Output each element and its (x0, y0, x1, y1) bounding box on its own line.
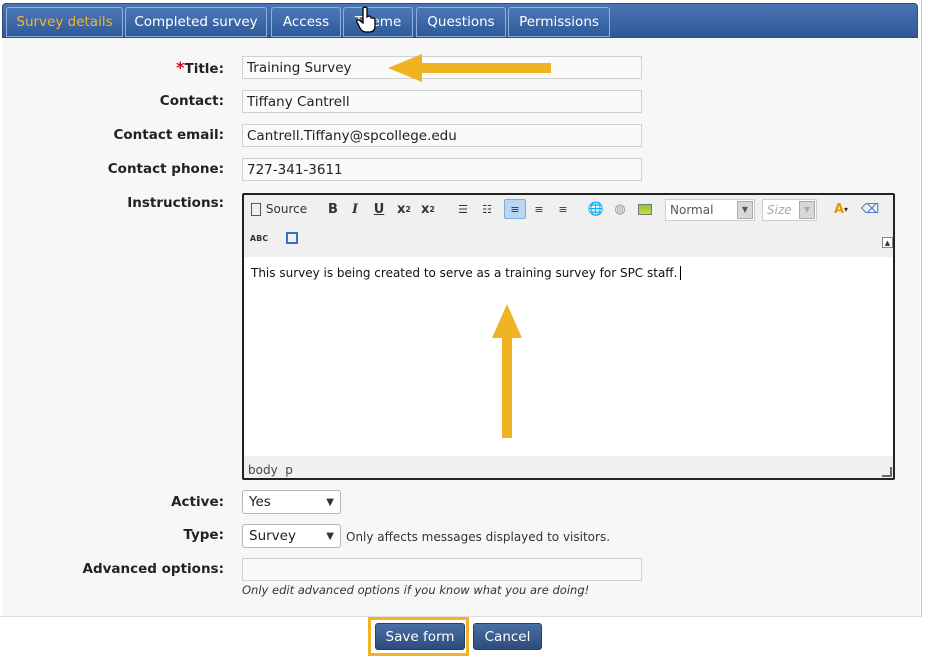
size-select[interactable]: Size ▼ (762, 199, 817, 221)
image-icon[interactable] (636, 199, 654, 219)
active-value: Yes (249, 494, 271, 510)
type-hint: Only affects messages displayed to visit… (346, 530, 611, 544)
contact-input[interactable] (242, 90, 642, 113)
type-label: Type: (183, 527, 224, 543)
chevron-down-icon: ▼ (326, 530, 334, 542)
bold-icon[interactable]: B (324, 199, 342, 219)
maximize-icon[interactable] (282, 228, 302, 248)
text-color-icon[interactable]: A ▾ (828, 199, 854, 219)
unlink-icon[interactable]: ◍ (611, 199, 629, 219)
numbered-list-icon[interactable]: ☰ (454, 199, 472, 219)
type-select[interactable]: Survey ▼ (242, 524, 341, 548)
spellcheck-icon[interactable]: ABC (249, 228, 269, 248)
advanced-options-input[interactable] (242, 558, 642, 581)
chevron-down-icon: ▼ (799, 201, 815, 219)
tab-theme[interactable]: Theme (343, 7, 413, 37)
save-form-label: Save form (385, 628, 455, 645)
tab-bar: Survey details Completed survey Access T… (2, 3, 918, 38)
tab-label: Theme (354, 14, 402, 30)
document-icon (250, 202, 261, 216)
tab-label: Access (282, 14, 330, 30)
active-select[interactable]: Yes ▼ (242, 490, 341, 514)
tab-completed-survey[interactable]: Completed survey (125, 7, 267, 37)
align-right-icon[interactable]: ≡ (554, 199, 572, 219)
text-caret (680, 266, 682, 280)
format-select[interactable]: Normal ▼ (665, 199, 755, 221)
advanced-options-label: Advanced options: (82, 561, 225, 577)
type-value: Survey (249, 528, 296, 544)
tab-label: Survey details (16, 14, 113, 30)
source-label: Source (265, 202, 308, 216)
active-label: Active: (171, 494, 224, 510)
format-value: Normal (670, 203, 714, 217)
align-center-icon[interactable]: ≡ (530, 199, 548, 219)
link-icon[interactable]: 🌐 (587, 199, 605, 219)
save-form-button[interactable]: Save form (375, 623, 465, 650)
editor-content-text: This survey is being created to serve as… (251, 266, 678, 280)
rich-text-editor: Source B I U x2 x2 ☰ ☷ ≡ ≡ ≡ 🌐 ◍ Normal … (242, 193, 895, 480)
element-path[interactable]: body p (248, 463, 293, 477)
tab-label: Questions (427, 14, 495, 30)
cancel-button[interactable]: Cancel (473, 623, 542, 650)
contact-phone-label: Contact phone: (107, 161, 224, 177)
tab-survey-details[interactable]: Survey details (6, 7, 123, 37)
contact-email-label: Contact email: (113, 127, 225, 143)
contact-label: Contact: (159, 93, 224, 109)
tab-permissions[interactable]: Permissions (508, 7, 610, 37)
contact-phone-input[interactable] (242, 158, 642, 181)
size-placeholder: Size (767, 203, 792, 217)
resize-handle-icon[interactable] (882, 467, 892, 477)
advanced-options-hint: Only edit advanced options if you know w… (242, 583, 590, 597)
chevron-down-icon: ▼ (737, 201, 753, 219)
chevron-down-icon: ▼ (326, 496, 334, 508)
tab-label: Permissions (519, 14, 599, 30)
tab-questions[interactable]: Questions (416, 7, 506, 37)
title-label: *Title: (176, 58, 224, 77)
instructions-label: Instructions: (127, 195, 224, 211)
tab-access[interactable]: Access (271, 7, 341, 37)
superscript-icon[interactable]: x2 (418, 199, 438, 219)
italic-icon[interactable]: I (346, 199, 364, 219)
tab-label: Completed survey (134, 14, 258, 30)
editor-content[interactable]: This survey is being created to serve as… (244, 257, 893, 456)
remove-format-icon[interactable]: ⌫ (861, 199, 879, 219)
subscript-icon[interactable]: x2 (394, 199, 414, 219)
bulleted-list-icon[interactable]: ☷ (478, 199, 496, 219)
editor-status-bar: body p (244, 456, 893, 478)
collapse-toolbar-icon[interactable]: ▲ (882, 237, 893, 248)
underline-icon[interactable]: U (370, 199, 388, 219)
title-input[interactable] (242, 56, 642, 79)
contact-email-input[interactable] (242, 124, 642, 147)
align-left-icon[interactable]: ≡ (504, 199, 526, 219)
required-marker: * (176, 58, 185, 77)
source-button[interactable]: Source (249, 199, 309, 219)
cancel-label: Cancel (484, 628, 531, 645)
